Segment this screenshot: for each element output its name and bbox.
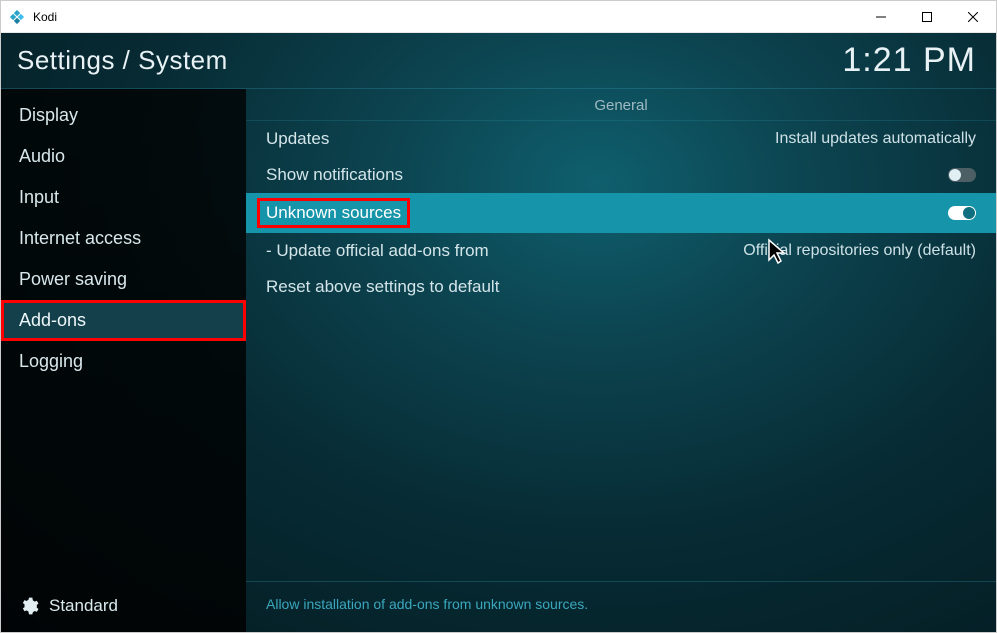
sidebar-item-input[interactable]: Input — [1, 177, 246, 218]
settings-rows: Updates Install updates automatically Sh… — [246, 121, 996, 581]
toggle-show-notifications[interactable] — [948, 168, 976, 182]
sidebar-item-label: Add-ons — [19, 310, 86, 330]
row-updates[interactable]: Updates Install updates automatically — [246, 121, 996, 157]
row-label: Updates — [266, 129, 329, 149]
window-title: Kodi — [33, 10, 858, 24]
row-value: Install updates automatically — [775, 130, 976, 148]
maximize-button[interactable] — [904, 1, 950, 33]
sidebar-item-logging[interactable]: Logging — [1, 341, 246, 382]
toggle-unknown-sources[interactable] — [948, 206, 976, 220]
row-label: - Update official add-ons from — [266, 241, 489, 261]
row-label: Show notifications — [266, 165, 403, 185]
close-button[interactable] — [950, 1, 996, 33]
section-header: General — [246, 89, 996, 121]
row-unknown-sources[interactable]: Unknown sources — [246, 193, 996, 233]
sidebar-item-add-ons[interactable]: Add-ons — [1, 300, 246, 341]
kodi-logo-icon — [9, 9, 25, 25]
row-label: Reset above settings to default — [266, 277, 499, 297]
sidebar-item-label: Input — [19, 187, 59, 207]
row-show-notifications[interactable]: Show notifications — [246, 157, 996, 193]
settings-level-button[interactable]: Standard — [1, 582, 246, 632]
sidebar-item-display[interactable]: Display — [1, 95, 246, 136]
sidebar-item-label: Internet access — [19, 228, 141, 248]
sidebar-item-label: Audio — [19, 146, 65, 166]
sidebar-items: Display Audio Input Internet access Powe… — [1, 89, 246, 582]
minimize-button[interactable] — [858, 1, 904, 33]
sidebar-item-power-saving[interactable]: Power saving — [1, 259, 246, 300]
footer-hint: Allow installation of add-ons from unkno… — [246, 581, 996, 632]
sidebar-item-audio[interactable]: Audio — [1, 136, 246, 177]
row-value: Official repositories only (default) — [743, 242, 976, 260]
content: General Updates Install updates automati… — [246, 89, 996, 632]
clock: 1:21 PM — [842, 41, 976, 80]
breadcrumb: Settings / System — [17, 45, 228, 76]
main: Display Audio Input Internet access Powe… — [1, 89, 996, 632]
header: Settings / System 1:21 PM — [1, 33, 996, 89]
row-update-official-addons[interactable]: - Update official add-ons from Official … — [246, 233, 996, 269]
sidebar-item-internet-access[interactable]: Internet access — [1, 218, 246, 259]
row-reset-defaults[interactable]: Reset above settings to default — [246, 269, 996, 305]
sidebar-item-label: Display — [19, 105, 78, 125]
sidebar-item-label: Logging — [19, 351, 83, 371]
settings-level-label: Standard — [49, 596, 118, 616]
gear-icon — [19, 596, 39, 616]
sidebar: Display Audio Input Internet access Powe… — [1, 89, 246, 632]
titlebar: Kodi — [1, 1, 996, 33]
window-controls — [858, 1, 996, 33]
app-window: Kodi Settings / System 1:21 PM Display A… — [0, 0, 997, 633]
row-label: Unknown sources — [260, 201, 407, 225]
sidebar-item-label: Power saving — [19, 269, 127, 289]
app-body: Settings / System 1:21 PM Display Audio … — [1, 33, 996, 632]
